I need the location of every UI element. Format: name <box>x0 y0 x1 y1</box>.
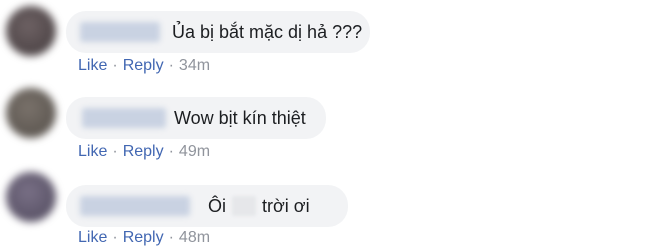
separator: · <box>112 229 118 246</box>
commenter-avatar[interactable] <box>6 6 56 56</box>
reply-link[interactable]: Reply <box>123 57 164 75</box>
comment-bubble: Wow bịt kín thiệt <box>66 97 326 139</box>
separator: · <box>168 229 174 246</box>
reply-link[interactable]: Reply <box>123 229 164 247</box>
commenter-avatar[interactable] <box>6 88 56 138</box>
like-link[interactable]: Like <box>78 57 107 75</box>
comment-bubble: Ôi trời ơi <box>66 185 348 227</box>
like-link[interactable]: Like <box>78 143 107 161</box>
commenter-name-redacted[interactable] <box>80 22 160 42</box>
timestamp-link[interactable]: 49m <box>179 143 210 161</box>
comment-actions: Like · Reply · 48m <box>78 227 210 249</box>
reply-link[interactable]: Reply <box>123 143 164 161</box>
comment-bubble: Ủa bị bắt mặc dị hả ??? <box>66 11 370 53</box>
commenter-avatar[interactable] <box>6 172 56 222</box>
separator: · <box>168 143 174 160</box>
timestamp-link[interactable]: 34m <box>179 57 210 75</box>
like-link[interactable]: Like <box>78 229 107 247</box>
comment-actions: Like · Reply · 49m <box>78 141 210 163</box>
comment-text-end: trời ơi <box>262 195 310 216</box>
commenter-name-redacted[interactable] <box>82 108 166 128</box>
separator: · <box>112 57 118 74</box>
separator: · <box>112 143 118 160</box>
redacted-word <box>232 196 256 216</box>
timestamp-link[interactable]: 48m <box>179 229 210 247</box>
comment-text: Ủa bị bắt mặc dị hả ??? <box>172 21 363 42</box>
comment-actions: Like · Reply · 34m <box>78 55 210 77</box>
separator: · <box>168 57 174 74</box>
comment-text-start: Ôi <box>208 195 226 216</box>
comment-text: Wow bịt kín thiệt <box>174 107 306 128</box>
commenter-name-redacted[interactable] <box>80 196 190 216</box>
